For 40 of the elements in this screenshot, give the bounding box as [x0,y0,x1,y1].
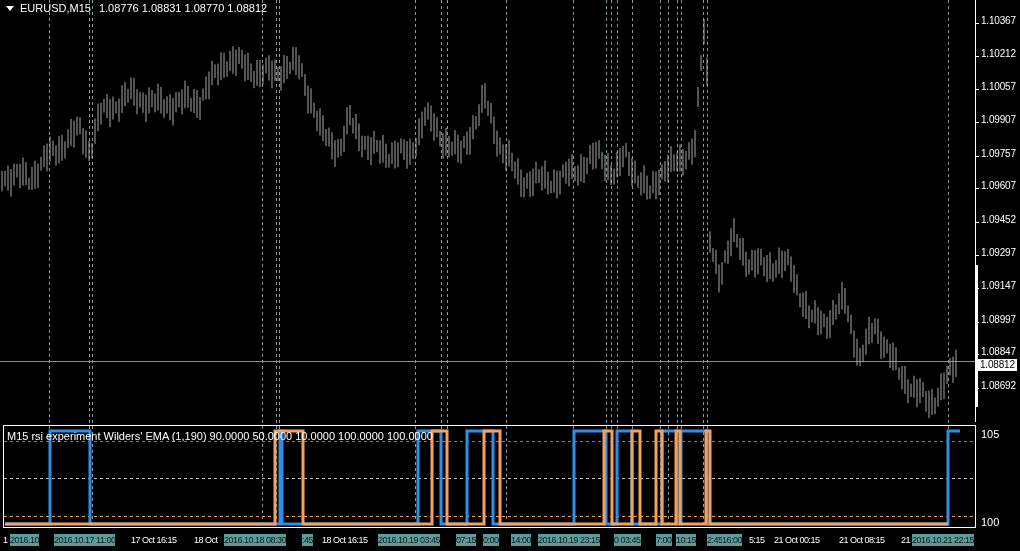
time-label: 2016.10.18 08:30 [224,534,287,546]
time-label: :45 [302,534,313,546]
time-label: 5:15 [749,534,765,546]
time-label: 0:00 [483,534,499,546]
price-label: 1.09147 [981,280,1016,291]
dropdown-caret-icon[interactable] [6,5,14,11]
price-label: 1.09607 [981,180,1016,191]
time-label: 16:00 [722,534,743,546]
time-label: 2016.10.19 23:15 [538,534,601,546]
price-label: 1.09907 [981,114,1016,125]
time-label: 2016.10 [10,534,40,546]
time-label: 2016.10.19 03:45 [378,534,441,546]
price-label: 1.09757 [981,148,1016,159]
price-label: 1.09297 [981,247,1016,258]
time-label: 14:00 [511,534,532,546]
price-label: 1.10057 [981,81,1016,92]
time-label: 18 Oct 16:15 [322,534,368,546]
time-label: 1 [3,534,8,546]
time-label: 21 Oct 00:15 [774,534,820,546]
time-label: 18 Oct [194,534,218,546]
price-label: 1.10367 [981,15,1016,26]
price-label: 1.10212 [981,48,1016,59]
time-label: 7:00 [656,534,672,546]
time-label: 21 [901,534,910,546]
indicator-scale-label: 100 [981,516,1000,528]
time-label: 2016.10.21 22:15 [912,534,975,546]
current-price-label: 1.08812 [978,359,1017,371]
indicator-scale-label: 105 [981,428,1000,440]
price-label: 1.08847 [981,346,1016,357]
time-label: 07:15 [456,534,477,546]
time-label: 21 Oct 08:15 [839,534,885,546]
price-label: 1.08692 [981,380,1016,391]
price-label: 1.08997 [981,314,1016,325]
price-label: 1.09452 [981,214,1016,225]
symbol-label: EURUSD,M15 [20,2,91,14]
time-label: 17 Oct 16:15 [131,534,177,546]
time-label: 0 03:45 [614,534,641,546]
time-label: 10:15 [676,534,697,546]
ohlc-label: 1.08776 1.08831 1.08770 1.08812 [98,2,268,14]
time-label: 2:45 [707,534,723,546]
